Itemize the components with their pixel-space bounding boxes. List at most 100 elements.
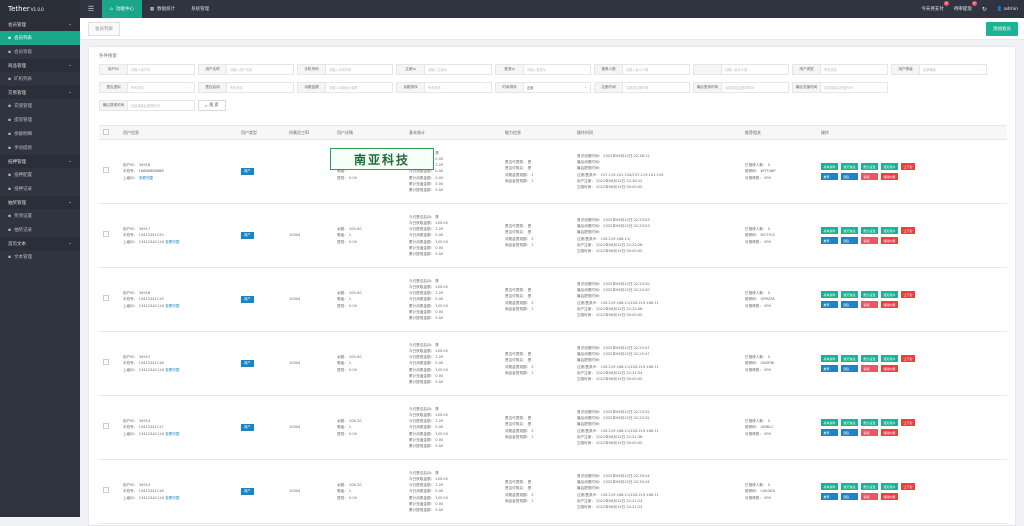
sidebar-item-2-0[interactable]: ▪ 充值管理 — [0, 99, 80, 113]
op-button-7[interactable]: 禁用 — [861, 365, 879, 372]
search-button[interactable]: ⌕ 搜 索 — [198, 99, 226, 111]
filter-input[interactable]: 请输入登录ip — [524, 65, 590, 74]
op-button-4[interactable]: 上下分 — [901, 227, 916, 234]
nav-tab-1[interactable]: ▦ 数据统计 — [142, 0, 183, 18]
op-button-4[interactable]: 上下分 — [901, 483, 916, 490]
sidebar-item-5-0[interactable]: ▪ 文本管理 — [0, 250, 80, 264]
user-menu[interactable]: 👤 admin — [997, 7, 1018, 12]
op-button-2[interactable]: 能力设置 — [861, 291, 879, 298]
sidebar-group-1[interactable]: 商品管理 ⌄ — [0, 59, 80, 72]
row-checkbox[interactable] — [103, 231, 109, 238]
op-button-3[interactable]: 锁定用户 — [881, 163, 899, 170]
view-full-link[interactable]: 查看完整 — [165, 304, 179, 308]
filter-input[interactable]: 正序 ⌄ — [524, 83, 590, 92]
op-button-6[interactable]: 团队 — [841, 237, 859, 244]
op-button-8[interactable]: 移除内幕 — [881, 493, 899, 500]
pending-pay-link[interactable]: 今天待支付 0 — [921, 1, 949, 12]
sidebar-item-2-2[interactable]: ▪ 余额明细 — [0, 127, 80, 141]
op-button-1[interactable]: 银行信息 — [841, 227, 859, 234]
filter-input[interactable]: 全部等级 ⌄ — [920, 65, 986, 74]
op-button-6[interactable]: 团队 — [841, 429, 859, 436]
op-button-3[interactable]: 锁定用户 — [881, 291, 899, 298]
filter-input[interactable]: 请选择最后提现时间 — [128, 101, 194, 110]
op-button-0[interactable]: 基本资料 — [821, 163, 839, 170]
op-button-7[interactable]: 禁用 — [861, 493, 879, 500]
filter-input[interactable]: 请输入余额最小金额 — [326, 83, 392, 92]
op-button-2[interactable]: 能力设置 — [861, 419, 879, 426]
select-all-checkbox[interactable] — [103, 129, 109, 135]
sidebar-item-2-1[interactable]: ▪ 提现管理 — [0, 113, 80, 127]
op-button-3[interactable]: 锁定用户 — [881, 483, 899, 490]
filter-input[interactable]: 请输入用户ID — [128, 65, 194, 74]
op-button-8[interactable]: 移除内幕 — [881, 429, 899, 436]
row-checkbox[interactable] — [103, 487, 109, 494]
filter-input[interactable]: 所有状态 ⌄ — [227, 83, 293, 92]
sidebar-item-3-0[interactable]: ▪ 抵押配置 — [0, 168, 80, 182]
filter-input[interactable]: 所有状态 ⌄ — [425, 83, 491, 92]
row-checkbox[interactable] — [103, 167, 109, 174]
op-button-1[interactable]: 银行信息 — [841, 291, 859, 298]
op-button-7[interactable]: 禁用 — [861, 301, 879, 308]
op-button-6[interactable]: 团队 — [841, 493, 859, 500]
op-button-1[interactable]: 银行信息 — [841, 419, 859, 426]
op-button-6[interactable]: 团队 — [841, 173, 859, 180]
op-button-3[interactable]: 锁定用户 — [881, 355, 899, 362]
sidebar-item-1-0[interactable]: ▪ 矿机列表 — [0, 72, 80, 86]
op-button-1[interactable]: 银行信息 — [841, 163, 859, 170]
add-member-button[interactable]: 添加会员 — [986, 21, 1018, 36]
sidebar-item-4-1[interactable]: ▪ 抽奖记录 — [0, 223, 80, 237]
view-full-link[interactable]: 查看完整 — [165, 240, 179, 244]
sidebar-group-3[interactable]: 抵押管理 ⌄ — [0, 155, 80, 168]
op-button-5[interactable]: 推荐 — [821, 365, 839, 372]
nav-tab-2[interactable]: 系统管理 — [183, 0, 217, 18]
sidebar-item-2-3[interactable]: ▪ 手动提款 — [0, 141, 80, 155]
filter-input[interactable]: 请输入最小人数 — [623, 65, 689, 74]
nav-tab-0[interactable]: ⌂ 功能中心 — [102, 0, 142, 18]
op-button-1[interactable]: 银行信息 — [841, 355, 859, 362]
tab-member-list[interactable]: 会员列表 — [88, 21, 120, 36]
op-button-0[interactable]: 基本资料 — [821, 419, 839, 426]
sidebar-item-0-0[interactable]: ▪ 会员列表 — [0, 31, 80, 45]
filter-input[interactable]: 请选择最后登录时间 — [722, 83, 788, 92]
op-button-4[interactable]: 上下分 — [901, 419, 916, 426]
sidebar-group-0[interactable]: 会员管理 ⌄ — [0, 18, 80, 31]
filter-input[interactable]: 所有状态 ⌄ — [128, 83, 194, 92]
view-full-link[interactable]: 查看完整 — [165, 432, 179, 436]
filter-input[interactable]: 请输入最大人数 — [722, 65, 788, 74]
row-checkbox[interactable] — [103, 359, 109, 366]
view-full-link[interactable]: 查看完整 — [165, 496, 179, 500]
op-button-5[interactable]: 推荐 — [821, 301, 839, 308]
op-button-4[interactable]: 上下分 — [901, 355, 916, 362]
op-button-5[interactable]: 推荐 — [821, 237, 839, 244]
op-button-0[interactable]: 基本资料 — [821, 483, 839, 490]
op-button-0[interactable]: 基本资料 — [821, 227, 839, 234]
op-button-0[interactable]: 基本资料 — [821, 355, 839, 362]
op-button-3[interactable]: 锁定用户 — [881, 419, 899, 426]
row-checkbox[interactable] — [103, 423, 109, 430]
op-button-3[interactable]: 锁定用户 — [881, 227, 899, 234]
op-button-4[interactable]: 上下分 — [901, 163, 916, 170]
view-full-link[interactable]: 查看完整 — [165, 368, 179, 372]
menu-toggle-icon[interactable]: ☰ — [80, 5, 102, 13]
filter-input[interactable]: 请输入手机号码 — [326, 65, 392, 74]
filter-input[interactable]: 请输入注册ip — [425, 65, 491, 74]
op-button-7[interactable]: 禁用 — [861, 173, 879, 180]
filter-input[interactable]: 请选择注册时间 — [623, 83, 689, 92]
row-checkbox[interactable] — [103, 295, 109, 302]
op-button-2[interactable]: 能力设置 — [861, 227, 879, 234]
op-button-5[interactable]: 推荐 — [821, 493, 839, 500]
op-button-2[interactable]: 能力设置 — [861, 483, 879, 490]
sidebar-group-4[interactable]: 抽奖管理 ⌄ — [0, 196, 80, 209]
view-full-link[interactable]: 查看完整 — [139, 176, 153, 180]
op-button-5[interactable]: 推荐 — [821, 429, 839, 436]
op-button-5[interactable]: 推荐 — [821, 173, 839, 180]
op-button-7[interactable]: 禁用 — [861, 237, 879, 244]
op-button-2[interactable]: 能力设置 — [861, 163, 879, 170]
op-button-6[interactable]: 团队 — [841, 301, 859, 308]
op-button-8[interactable]: 移除内幕 — [881, 301, 899, 308]
filter-input[interactable]: 请输入用户名称 — [227, 65, 293, 74]
refresh-icon[interactable]: ↻ — [982, 6, 987, 13]
sidebar-item-4-0[interactable]: ▪ 奖项设置 — [0, 209, 80, 223]
pending-withdraw-link[interactable]: 待审提现 0 — [954, 1, 977, 12]
op-button-1[interactable]: 银行信息 — [841, 483, 859, 490]
